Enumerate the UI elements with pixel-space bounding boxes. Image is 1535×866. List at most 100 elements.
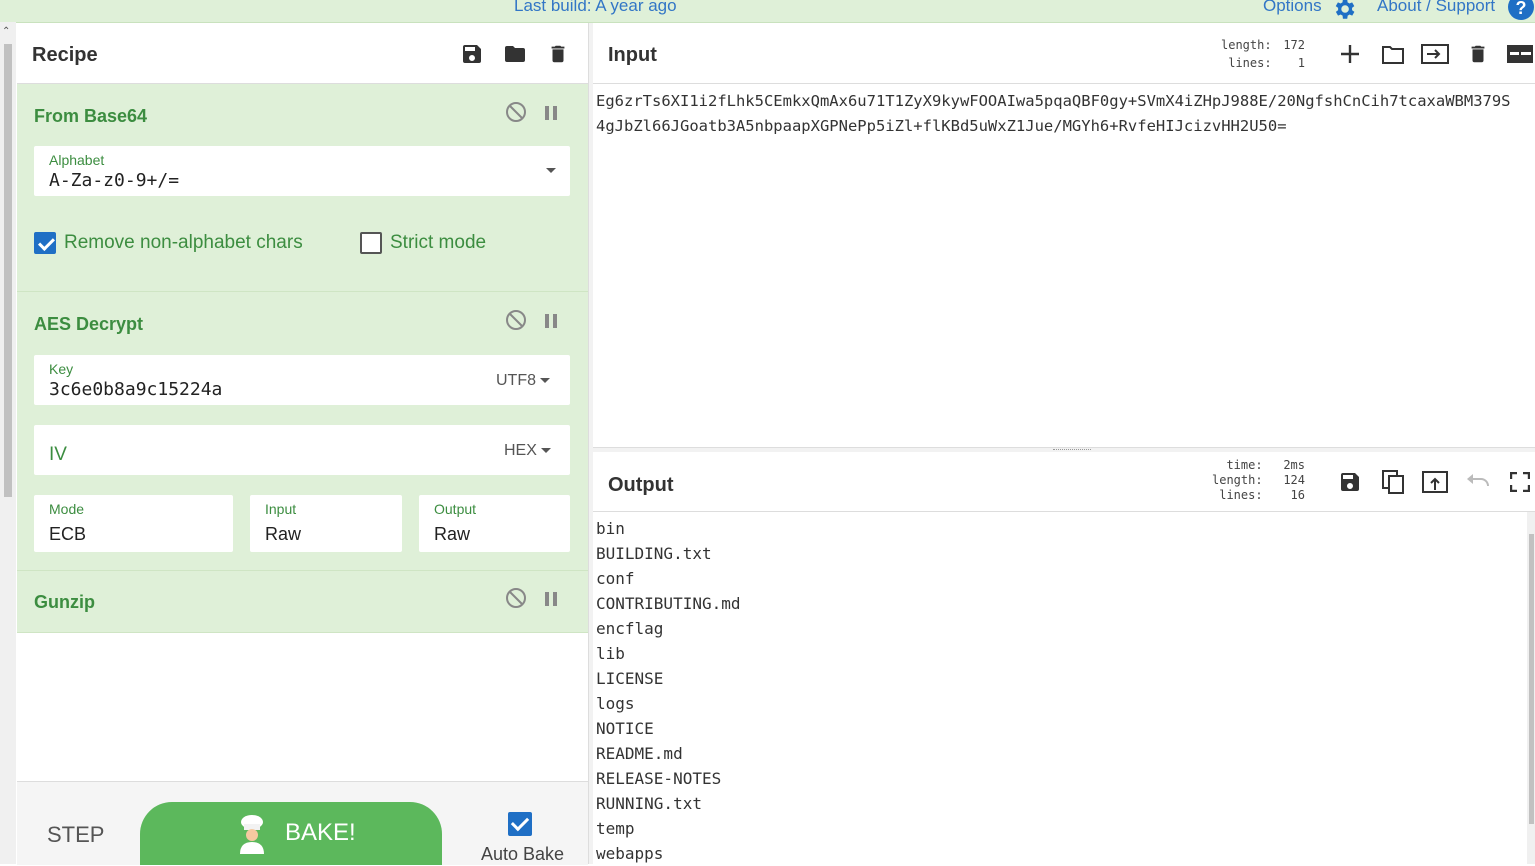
output-format-value: Raw bbox=[434, 524, 471, 544]
output-line: README.md bbox=[596, 744, 683, 763]
recipe-scrollbar[interactable]: ⌃ bbox=[0, 22, 16, 864]
step-button[interactable]: STEP bbox=[47, 822, 104, 848]
chevron-down-icon[interactable] bbox=[542, 162, 556, 180]
output-line: BUILDING.txt bbox=[596, 544, 712, 563]
mode-select[interactable]: Mode ECB bbox=[34, 495, 233, 552]
last-build-text: Last build: A year ago bbox=[514, 0, 677, 15]
scrollbar-thumb[interactable] bbox=[4, 44, 12, 497]
output-line: LICENSE bbox=[596, 669, 664, 688]
gear-icon[interactable] bbox=[1331, 0, 1357, 22]
iv-field[interactable]: IV HEX bbox=[34, 425, 570, 475]
bake-label: BAKE! bbox=[285, 819, 356, 846]
output-stats-labels: time: length: lines: bbox=[1212, 458, 1263, 502]
clear-recipe-icon[interactable] bbox=[544, 40, 572, 68]
disable-operation-icon[interactable] bbox=[505, 101, 527, 123]
recipe-panel: Recipe From Base64 Alphabet A-Za-z0-9+/=… bbox=[17, 23, 588, 865]
copy-output-icon[interactable] bbox=[1379, 468, 1407, 496]
input-text-line: Eg6zrTs6XI1i2fLhk5CEmkxQmAx6u71T1ZyX9kyw… bbox=[596, 92, 1511, 110]
iv-placeholder: IV bbox=[49, 444, 67, 465]
chef-icon bbox=[234, 814, 270, 854]
output-stats-values: 2ms 124 16 bbox=[1283, 458, 1305, 502]
bake-button[interactable]: BAKE! bbox=[140, 802, 442, 865]
checkbox-unchecked-icon[interactable] bbox=[360, 232, 382, 254]
key-encoding-dropdown[interactable]: UTF8 bbox=[496, 372, 550, 390]
mode-label: Mode bbox=[49, 501, 85, 517]
operation-from-base64[interactable]: From Base64 Alphabet A-Za-z0-9+/= Remove… bbox=[17, 84, 588, 292]
checkbox-checked-icon[interactable] bbox=[34, 232, 56, 254]
input-format-select[interactable]: Input Raw bbox=[250, 495, 402, 552]
chevron-down-icon bbox=[540, 378, 550, 384]
input-text-line: 4gJbZl66JGoatb3A5nbpaapXGPNePp5iZl+flKBd… bbox=[596, 117, 1287, 135]
iv-encoding-dropdown[interactable]: HEX bbox=[504, 442, 551, 460]
input-stats-values: 172 1 bbox=[1283, 38, 1305, 70]
input-textarea[interactable]: Eg6zrTs6XI1i2fLhk5CEmkxQmAx6u71T1ZyX9kyw… bbox=[596, 89, 1511, 139]
input-header: Input length: lines: 172 1 bbox=[593, 23, 1535, 84]
operation-aes-decrypt[interactable]: AES Decrypt Key 3c6e0b8a9c15224a UTF8 IV… bbox=[17, 292, 588, 571]
output-line: lib bbox=[596, 644, 625, 663]
scroll-up-icon[interactable]: ⌃ bbox=[2, 26, 10, 37]
save-output-icon[interactable] bbox=[1336, 468, 1364, 496]
load-recipe-icon[interactable] bbox=[501, 40, 529, 68]
input-panel: Input length: lines: 172 1 Eg6zrTs6XI1i2… bbox=[593, 23, 1535, 447]
open-file-icon[interactable] bbox=[1379, 40, 1407, 68]
output-line: CONTRIBUTING.md bbox=[596, 594, 741, 613]
alphabet-value: A-Za-z0-9+/= bbox=[49, 170, 180, 191]
output-line: NOTICE bbox=[596, 719, 654, 738]
recipe-title: Recipe bbox=[32, 44, 98, 66]
auto-bake-checkbox[interactable] bbox=[508, 812, 532, 836]
recipe-header: Recipe bbox=[17, 23, 588, 84]
output-line: bin bbox=[596, 519, 625, 538]
output-title: Output bbox=[608, 474, 674, 496]
add-input-icon[interactable] bbox=[1336, 40, 1364, 68]
alphabet-label: Alphabet bbox=[49, 152, 105, 168]
output-line: RELEASE-NOTES bbox=[596, 769, 722, 788]
clear-input-icon[interactable] bbox=[1464, 40, 1492, 68]
undo-icon[interactable] bbox=[1464, 468, 1492, 496]
output-scrollbar[interactable] bbox=[1527, 512, 1535, 864]
replace-input-icon[interactable] bbox=[1421, 468, 1449, 496]
top-banner: Last build: A year ago Options About / S… bbox=[0, 0, 1535, 23]
remove-non-alphabet-checkbox[interactable]: Remove non-alphabet chars bbox=[34, 232, 303, 254]
about-support-link[interactable]: About / Support bbox=[1377, 0, 1495, 16]
key-value[interactable]: 3c6e0b8a9c15224a bbox=[49, 379, 222, 400]
mode-value: ECB bbox=[49, 524, 87, 544]
save-recipe-icon[interactable] bbox=[458, 40, 486, 68]
bake-controls: STEP BAKE! Auto Bake bbox=[17, 781, 588, 865]
key-encoding-value: UTF8 bbox=[496, 372, 536, 389]
output-panel: Output time: length: lines: 2ms 124 16 b… bbox=[593, 452, 1535, 864]
reset-layout-icon[interactable] bbox=[1506, 40, 1534, 68]
pause-operation-icon[interactable] bbox=[544, 105, 558, 121]
operation-title: Gunzip bbox=[34, 592, 95, 612]
input-format-value: Raw bbox=[265, 524, 302, 544]
output-line: conf bbox=[596, 569, 635, 588]
output-line: temp bbox=[596, 819, 635, 838]
key-field[interactable]: Key 3c6e0b8a9c15224a UTF8 bbox=[34, 355, 570, 405]
output-line: RUNNING.txt bbox=[596, 794, 702, 813]
pause-operation-icon[interactable] bbox=[544, 591, 558, 607]
options-link[interactable]: Options bbox=[1263, 0, 1322, 16]
output-line: logs bbox=[596, 694, 635, 713]
remove-non-alphabet-label: Remove non-alphabet chars bbox=[64, 232, 303, 253]
pause-operation-icon[interactable] bbox=[544, 313, 558, 329]
help-icon[interactable]: ? bbox=[1508, 0, 1534, 20]
input-title: Input bbox=[608, 44, 657, 66]
output-format-select[interactable]: Output Raw bbox=[419, 495, 570, 552]
disable-operation-icon[interactable] bbox=[505, 309, 527, 331]
output-line: webapps bbox=[596, 844, 664, 863]
strict-mode-checkbox[interactable]: Strict mode bbox=[360, 232, 486, 254]
alphabet-select[interactable]: Alphabet A-Za-z0-9+/= bbox=[34, 146, 570, 196]
scrollbar-thumb[interactable] bbox=[1529, 534, 1534, 824]
operation-gunzip[interactable]: Gunzip bbox=[17, 571, 588, 633]
maximise-output-icon[interactable] bbox=[1506, 468, 1534, 496]
operation-title: AES Decrypt bbox=[34, 314, 144, 334]
open-folder-icon[interactable] bbox=[1421, 40, 1449, 68]
output-line: encflag bbox=[596, 619, 664, 638]
operation-title: From Base64 bbox=[34, 106, 148, 126]
output-text[interactable]: bin BUILDING.txt conf CONTRIBUTING.md en… bbox=[596, 516, 741, 866]
iv-encoding-value: HEX bbox=[504, 442, 537, 459]
output-header: Output time: length: lines: 2ms 124 16 bbox=[593, 452, 1535, 512]
key-label: Key bbox=[49, 361, 74, 377]
input-stats-labels: length: lines: bbox=[1221, 38, 1272, 70]
disable-operation-icon[interactable] bbox=[505, 587, 527, 609]
auto-bake-label: Auto Bake bbox=[481, 844, 565, 864]
